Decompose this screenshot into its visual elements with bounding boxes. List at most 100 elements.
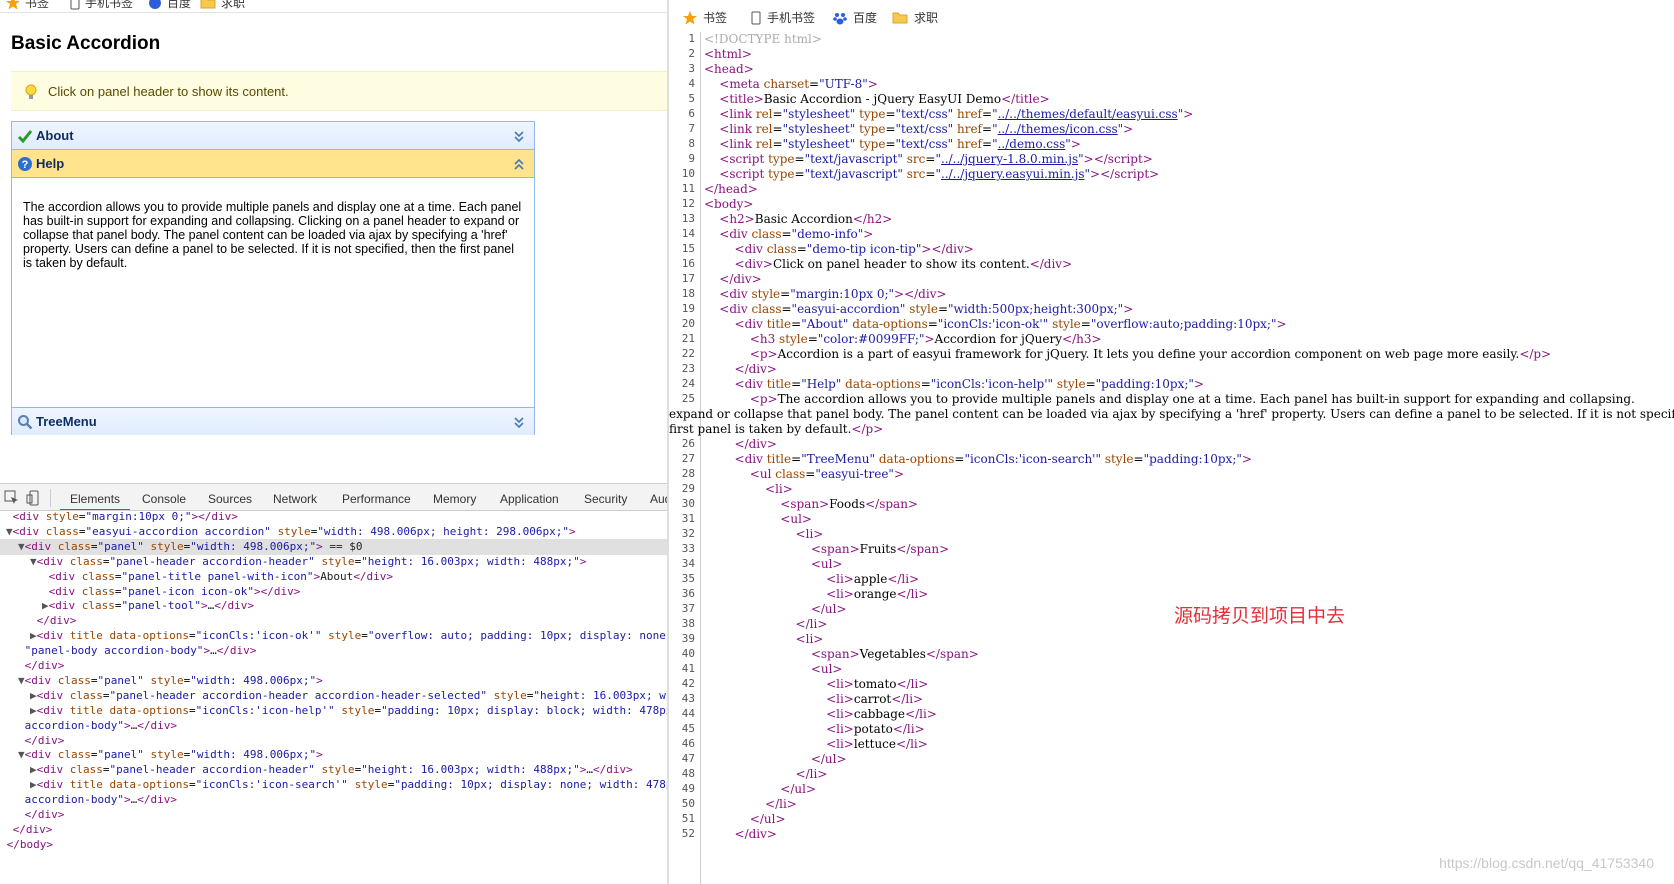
help-icon: ? <box>18 157 32 171</box>
code-line: </div> <box>719 272 762 286</box>
code-line: <meta charset="UTF-8"> <box>719 77 878 91</box>
dom-node-row[interactable]: ▼<div class="panel-header accordion-head… <box>0 554 667 570</box>
line-number: 1 <box>688 32 695 45</box>
panel-title: About <box>36 128 74 143</box>
tab-performance[interactable]: Performance <box>342 492 411 506</box>
line-number: 21 <box>681 332 695 345</box>
tab-sources[interactable]: Sources <box>208 492 252 506</box>
line-number: 42 <box>681 677 695 690</box>
bookmark-item[interactable]: 书签 <box>6 0 49 11</box>
line-number: 35 <box>681 572 695 585</box>
code-line: <li>lettuce</li> <box>826 737 928 751</box>
devtools-tabbar: Elements Console Sources Network Perform… <box>0 483 667 511</box>
line-number: 43 <box>681 692 695 705</box>
dom-node-row[interactable]: </div> <box>0 822 667 838</box>
code-line: <body> <box>704 197 754 211</box>
dom-node-row[interactable]: ▶<div class="panel-header accordion-head… <box>0 688 667 704</box>
dom-node-row[interactable]: <div style="margin:10px 0;"></div> <box>0 511 667 525</box>
collapse-chevrons-icon[interactable] <box>512 157 526 171</box>
dom-node-row[interactable]: "panel-body accordion-body">…</div> <box>0 643 667 659</box>
dom-node-row[interactable]: <div class="panel-title panel-with-icon"… <box>0 569 667 585</box>
code-line-wrap: expand or collapse that panel body. The … <box>669 407 1674 421</box>
bookmark-bar-right: 书签 手机书签 百度 求职 <box>669 0 1674 32</box>
tab-console[interactable]: Console <box>142 492 186 506</box>
dom-node-row[interactable]: ▶<div title data-options="iconCls:'icon-… <box>0 628 667 644</box>
dom-node-row[interactable]: ▶<div title data-options="iconCls:'icon-… <box>0 777 667 793</box>
expand-chevrons-icon[interactable] <box>512 129 526 143</box>
code-line: <ul> <box>810 662 843 676</box>
expand-chevrons-icon[interactable] <box>512 415 526 429</box>
demo-page: Basic Accordion Click on panel header to… <box>0 14 667 474</box>
dom-node-row[interactable]: </div> <box>0 658 667 674</box>
dom-node-row[interactable]: </div> <box>0 807 667 823</box>
bookmark-item[interactable]: 手机书签 <box>751 9 815 26</box>
svg-text:?: ? <box>22 159 29 171</box>
line-number: 48 <box>681 767 695 780</box>
dom-node-row[interactable]: ▼<div class="panel" style="width: 498.00… <box>0 538 667 555</box>
dom-node-row[interactable]: ▼<div class="panel" style="width: 498.00… <box>0 673 667 689</box>
folder-icon <box>200 0 216 9</box>
line-number: 40 <box>681 647 695 660</box>
code-line: <ul class="easyui-tree"> <box>749 467 905 481</box>
code-line: <h2>Basic Accordion</h2> <box>719 212 893 226</box>
dom-node-row[interactable]: ▶<div class="panel-header accordion-head… <box>0 762 667 778</box>
code-line: <div class="easyui-accordion" style="wid… <box>719 302 1134 316</box>
dom-node-row[interactable]: accordion-body">…</div> <box>0 718 667 734</box>
bookmark-item[interactable]: 手机书签 <box>70 0 133 11</box>
line-number: 52 <box>681 827 695 840</box>
line-number: 38 <box>681 617 695 630</box>
code-line: <li>apple</li> <box>826 572 920 586</box>
bookmark-item[interactable]: 百度 <box>833 9 877 26</box>
code-line: <div class="demo-info"> <box>719 227 874 241</box>
line-number: 33 <box>681 542 695 555</box>
line-number: 26 <box>681 437 695 450</box>
line-number: 6 <box>688 107 695 120</box>
line-number: 4 <box>688 77 695 90</box>
bookmark-label: 书签 <box>25 0 50 10</box>
line-number: 44 <box>681 707 695 720</box>
dom-node-row[interactable]: </div> <box>0 733 667 749</box>
line-number: 28 <box>681 467 695 480</box>
code-line: </head> <box>704 182 758 196</box>
bookmark-item[interactable]: 求职 <box>200 0 245 11</box>
bookmark-item[interactable]: 求职 <box>892 9 938 26</box>
tab-network[interactable]: Network <box>273 492 317 506</box>
code-line: </li> <box>795 767 828 781</box>
tab-memory[interactable]: Memory <box>433 492 476 506</box>
tab-application[interactable]: Application <box>500 492 559 506</box>
tab-elements[interactable]: Elements <box>70 492 120 506</box>
line-number: 25 <box>681 392 695 405</box>
right-source-pane: 书签 手机书签 百度 求职 1 <!DOCTYPE html> 2 <html> 3 <h… <box>669 0 1674 884</box>
line-number: 34 <box>681 557 695 570</box>
dom-node-row[interactable]: ▼<div class="easyui-accordion accordion"… <box>0 524 667 540</box>
accordion-header-help[interactable]: ? Help <box>12 150 534 178</box>
line-number: 16 <box>681 257 695 270</box>
device-toolbar-icon[interactable] <box>26 490 42 506</box>
dom-node-row[interactable]: <div class="panel-icon icon-ok"></div> <box>0 584 667 600</box>
bookmark-label: 求职 <box>914 11 939 25</box>
dom-node-row[interactable]: </body> <box>0 837 667 853</box>
dom-node-row[interactable]: </div> <box>0 613 667 629</box>
dom-node-row[interactable]: ▼<div class="panel" style="width: 498.00… <box>0 747 667 763</box>
dom-node-row[interactable]: ▶<div class="panel-tool">…</div> <box>0 598 667 614</box>
search-icon <box>18 415 33 430</box>
dom-node-row[interactable]: accordion-body">…</div> <box>0 792 667 808</box>
accordion-header-treemenu[interactable]: TreeMenu <box>12 407 534 435</box>
code-line: <div title="Help" data-options="iconCls:… <box>734 377 1204 391</box>
bookmark-item[interactable]: 百度 <box>148 0 191 11</box>
bookmark-item[interactable]: 书签 <box>683 9 727 26</box>
dom-node-row[interactable]: ▶<div title data-options="iconCls:'icon-… <box>0 703 667 719</box>
code-line: <head> <box>704 62 754 76</box>
line-number: 41 <box>681 662 695 675</box>
line-number: 29 <box>681 482 695 495</box>
baidu-icon <box>833 12 847 24</box>
code-line: </li> <box>795 617 828 631</box>
inspect-element-icon[interactable] <box>4 490 20 506</box>
code-line: </div> <box>734 437 777 451</box>
line-number: 36 <box>681 587 695 600</box>
accordion-header-about[interactable]: About <box>12 122 534 150</box>
line-number: 51 <box>681 812 695 825</box>
tab-security[interactable]: Security <box>584 492 627 506</box>
bookmark-bar-left: 书签 手机书签 百度 求职 <box>0 0 667 13</box>
tab-audits[interactable]: Aud <box>650 492 667 506</box>
